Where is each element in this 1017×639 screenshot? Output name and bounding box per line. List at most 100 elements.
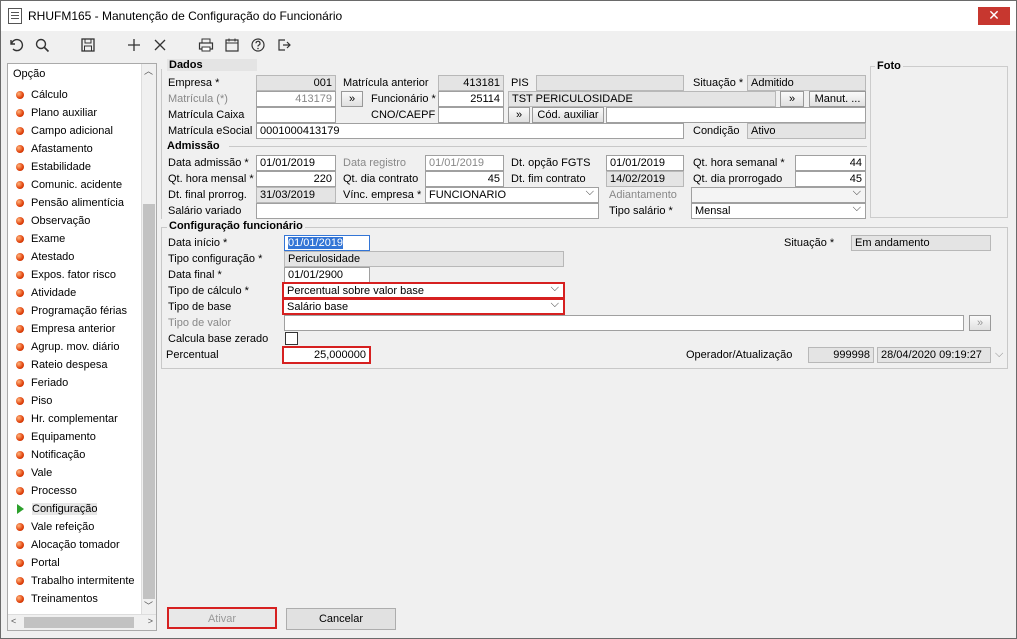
data-registro-field[interactable]: 01/01/2019 <box>425 155 504 171</box>
salario-variado-field[interactable] <box>256 203 599 219</box>
situacao-field[interactable]: Admitido <box>747 75 866 91</box>
help-icon[interactable] <box>249 36 267 54</box>
sidebar-item[interactable]: Exame <box>12 230 135 248</box>
delete-icon[interactable] <box>151 36 169 54</box>
sidebar-item[interactable]: Estabilidade <box>12 158 135 176</box>
undo-icon[interactable] <box>7 36 25 54</box>
search-icon[interactable] <box>33 36 51 54</box>
cno-lookup-button[interactable]: » <box>508 107 530 123</box>
add-icon[interactable] <box>125 36 143 54</box>
sidebar-item[interactable]: Treinamentos <box>12 590 135 608</box>
sidebar-item[interactable]: Notificação <box>12 446 135 464</box>
sidebar-item[interactable]: Trabalho intermitente <box>12 572 135 590</box>
sidebar-item[interactable]: Pensão alimentícia <box>12 194 135 212</box>
cod-auxiliar-field[interactable] <box>606 107 866 123</box>
dt-final-prorrog-field[interactable]: 31/03/2019 <box>256 187 336 203</box>
atualizacao-field[interactable]: 28/04/2020 09:19:27 <box>877 347 991 363</box>
matricula-lookup-button[interactable]: » <box>341 91 363 107</box>
scroll-left-icon[interactable]: < <box>11 616 16 626</box>
tipo-calculo-select[interactable]: Percentual sobre valor base <box>282 282 565 299</box>
sidebar-item[interactable]: Observação <box>12 212 135 230</box>
dt-opcao-fgts-field[interactable]: 01/01/2019 <box>606 155 684 171</box>
tipo-salario-select[interactable]: Mensal <box>691 203 866 219</box>
sidebar-item[interactable]: Atestado <box>12 248 135 266</box>
qt-dia-prorrogado-field[interactable]: 45 <box>795 171 866 187</box>
sidebar-item[interactable]: Afastamento <box>12 140 135 158</box>
cancelar-button[interactable]: Cancelar <box>286 608 396 630</box>
vinc-empresa-select[interactable]: FUNCIONARIO <box>425 187 599 203</box>
data-inicio-field[interactable]: 01/01/2019 <box>284 235 370 251</box>
bullet-icon <box>16 199 24 207</box>
tipo-base-select[interactable]: Salário base <box>282 298 565 315</box>
qt-dia-contrato-field[interactable]: 45 <box>425 171 504 187</box>
sidebar-item[interactable]: Feriado <box>12 374 135 392</box>
horizontal-scrollbar[interactable]: < > <box>8 614 156 630</box>
scroll-up-icon[interactable]: ︿ <box>144 64 153 77</box>
sidebar-item[interactable]: Comunic. acidente <box>12 176 135 194</box>
hscroll-thumb[interactable] <box>24 617 134 628</box>
matricula-caixa-field[interactable] <box>256 107 336 123</box>
vertical-scrollbar[interactable]: ︿ ﹀ <box>141 64 156 614</box>
exit-icon[interactable] <box>275 36 293 54</box>
cno-field[interactable] <box>438 107 504 123</box>
sidebar-item-label: Equipamento <box>31 431 96 443</box>
condicao-label: Condição <box>693 125 740 137</box>
cod-auxiliar-button[interactable]: Cód. auxiliar <box>532 107 604 123</box>
data-final-field[interactable]: 01/01/2900 <box>284 267 370 283</box>
calendar-icon[interactable] <box>223 36 241 54</box>
sidebar-item[interactable]: Processo <box>12 482 135 500</box>
percentual-field[interactable]: 25,000000 <box>282 346 371 364</box>
funcionario-field[interactable]: 25114 <box>438 91 504 107</box>
empresa-field[interactable]: 001 <box>256 75 336 91</box>
calcula-base-zerado-checkbox[interactable] <box>285 332 298 345</box>
condicao-field[interactable]: Ativo <box>747 123 866 139</box>
sidebar-item[interactable]: Atividade <box>12 284 135 302</box>
matricula-field[interactable]: 413179 <box>256 91 336 107</box>
sidebar-item[interactable]: Programação férias <box>12 302 135 320</box>
print-icon[interactable] <box>197 36 215 54</box>
sidebar-item[interactable]: Hr. complementar <box>12 410 135 428</box>
admissao-title: Admissão <box>167 140 220 152</box>
tipo-valor-lookup-button[interactable]: » <box>969 315 991 331</box>
tipo-salario-label: Tipo salário * <box>609 205 673 217</box>
dt-fim-contrato-field[interactable]: 14/02/2019 <box>606 171 684 187</box>
sidebar-item[interactable]: Empresa anterior <box>12 320 135 338</box>
qt-hora-mensal-field[interactable]: 220 <box>256 171 336 187</box>
sidebar-item[interactable]: Expos. fator risco <box>12 266 135 284</box>
sidebar-item[interactable]: Portal <box>12 554 135 572</box>
funcionario-lookup-button[interactable]: » <box>780 91 804 107</box>
scroll-thumb[interactable] <box>143 204 155 599</box>
matricula-esocial-field[interactable]: 0001000413179 <box>256 123 684 139</box>
save-icon[interactable] <box>79 36 97 54</box>
sidebar-item[interactable]: Rateio despesa <box>12 356 135 374</box>
tipo-configuracao-field[interactable]: Periculosidade <box>284 251 564 267</box>
sidebar-item[interactable]: Campo adicional <box>12 122 135 140</box>
close-button[interactable]: ✕ <box>978 7 1010 25</box>
sidebar-item[interactable]: Alocação tomador <box>12 536 135 554</box>
operador-field[interactable]: 999998 <box>808 347 874 363</box>
data-admissao-field[interactable]: 01/01/2019 <box>256 155 336 171</box>
tipo-valor-field[interactable] <box>284 315 964 331</box>
sidebar-item[interactable]: Agrup. mov. diário <box>12 338 135 356</box>
config-scroll-down-icon[interactable]: ⌵ <box>995 347 1003 361</box>
qt-hora-semanal-field[interactable]: 44 <box>795 155 866 171</box>
title-bar: RHUFM165 - Manutenção de Configuração do… <box>1 1 1016 31</box>
sidebar-item[interactable]: Equipamento <box>12 428 135 446</box>
sidebar-item[interactable]: Plano auxiliar <box>12 104 135 122</box>
sidebar-item[interactable]: Piso <box>12 392 135 410</box>
sidebar-item-label: Agrup. mov. diário <box>31 341 120 353</box>
sidebar-item[interactable]: Vale refeição <box>12 518 135 536</box>
sidebar-item[interactable]: Cálculo <box>12 86 135 104</box>
qt-hora-semanal-label: Qt. hora semanal * <box>693 157 785 169</box>
ativar-button[interactable]: Ativar <box>167 607 277 629</box>
sidebar-item[interactable]: Configuração <box>12 500 135 518</box>
sidebar-item-label: Vale <box>31 467 53 479</box>
scroll-down-icon[interactable]: ﹀ <box>144 599 153 612</box>
scroll-right-icon[interactable]: > <box>148 616 153 626</box>
config-situacao-field[interactable]: Em andamento <box>851 235 991 251</box>
pis-field[interactable] <box>536 75 684 91</box>
manut-button[interactable]: Manut. ... <box>809 91 866 107</box>
adiantamento-select[interactable] <box>691 187 866 203</box>
matricula-anterior-field[interactable]: 413181 <box>438 75 504 91</box>
sidebar-item[interactable]: Vale <box>12 464 135 482</box>
